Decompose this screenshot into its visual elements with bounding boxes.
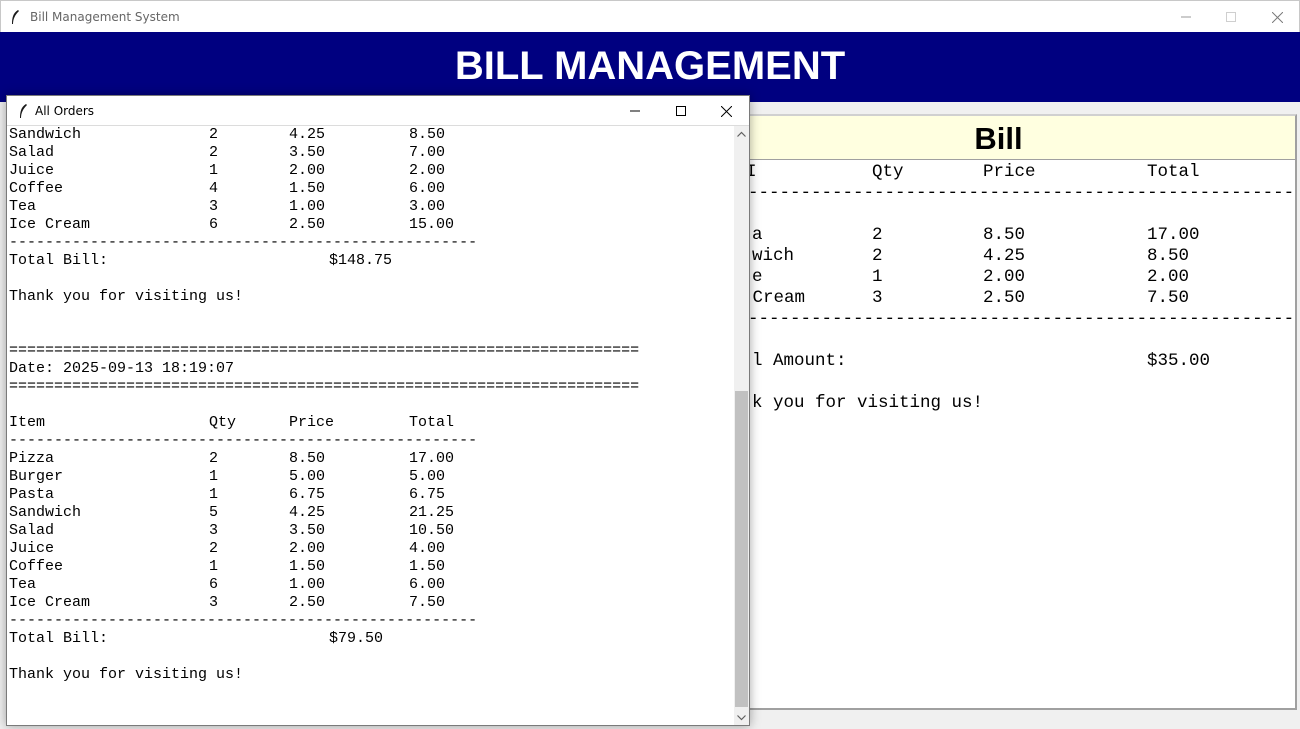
chevron-up-icon bbox=[737, 131, 746, 137]
bill-total-value: $35.00 bbox=[1147, 351, 1211, 371]
order-row: Tea 6 1.00 6.00 bbox=[9, 576, 446, 593]
bill-total-row: l Amount: $35.00 bbox=[702, 351, 1295, 372]
orders-minimize-button[interactable] bbox=[612, 96, 658, 126]
scroll-thumb[interactable] bbox=[735, 391, 748, 707]
order-row: Pasta 1 6.75 6.75 bbox=[9, 486, 446, 503]
order-separator: ========================================… bbox=[9, 342, 640, 359]
orders-text-area[interactable]: Sandwich 2 4.25 8.50 Salad 2 3.50 7.00 Juice 1 2… bbox=[7, 126, 734, 725]
all-orders-window[interactable]: All Orders Sandwich 2 4.25 8.50 Salad 2 3.50 7… bbox=[6, 95, 750, 726]
orders-titlebar: All Orders bbox=[7, 96, 749, 126]
feather-app-icon bbox=[12, 10, 19, 24]
bill-title-band: Bill bbox=[702, 116, 1295, 160]
orders-maximize-button[interactable] bbox=[658, 96, 704, 126]
bill-header-row: I Qty Price Total bbox=[702, 162, 1295, 183]
order-row: Ice Cream 6 2.50 15.00 bbox=[9, 216, 455, 233]
bill-header-price: Price bbox=[983, 162, 1036, 182]
minimize-icon bbox=[630, 110, 640, 112]
order-total-row: Total Bill: $148.75 bbox=[9, 252, 393, 269]
status-strip bbox=[700, 712, 1300, 729]
window-title: Bill Management System bbox=[30, 10, 180, 24]
bill-thanks: k you for visiting us! bbox=[752, 393, 984, 413]
scroll-up-button[interactable] bbox=[734, 126, 749, 141]
close-icon bbox=[720, 105, 732, 117]
bill-divider: ----------------------------------------… bbox=[748, 309, 1293, 329]
order-date: Date: 2025-09-13 18:19:07 bbox=[9, 360, 235, 377]
maximize-button[interactable] bbox=[1208, 1, 1254, 33]
order-row: Juice 2 2.00 4.00 bbox=[9, 540, 446, 557]
orders-scrollbar[interactable] bbox=[734, 126, 749, 725]
bill-row: a 2 8.50 17.00 bbox=[752, 225, 1200, 245]
app-header: BILL MANAGEMENT bbox=[0, 32, 1300, 102]
order-divider: ----------------------------------------… bbox=[9, 234, 478, 251]
order-row: Juice 1 2.00 2.00 bbox=[9, 162, 446, 179]
bill-row: wich 2 4.25 8.50 bbox=[752, 246, 1190, 266]
order-row: Pizza 2 8.50 17.00 bbox=[9, 450, 455, 467]
bill-panel[interactable]: Bill I Qty Price Total -----------------… bbox=[700, 114, 1297, 710]
close-icon bbox=[1271, 11, 1283, 23]
bill-divider: ----------------------------------------… bbox=[748, 183, 1293, 203]
order-row: Salad 2 3.50 7.00 bbox=[9, 144, 446, 161]
order-divider: ----------------------------------------… bbox=[9, 432, 478, 449]
bill-total-label: l Amount: bbox=[752, 351, 847, 371]
feather-app-icon bbox=[20, 104, 27, 118]
order-header-row: Item Qty Price Total bbox=[9, 414, 455, 431]
order-row: Salad 3 3.50 10.50 bbox=[9, 522, 455, 539]
order-thanks: Thank you for visiting us! bbox=[9, 666, 244, 683]
order-row: Coffee 4 1.50 6.00 bbox=[9, 180, 446, 197]
scroll-down-button[interactable] bbox=[734, 710, 749, 725]
order-row: Tea 3 1.00 3.00 bbox=[9, 198, 446, 215]
maximize-icon bbox=[1226, 12, 1236, 22]
bill-title: Bill bbox=[974, 121, 1023, 156]
order-row: Ice Cream 3 2.50 7.50 bbox=[9, 594, 446, 611]
bill-header-qty: Qty bbox=[872, 162, 904, 182]
orders-window-title: All Orders bbox=[35, 104, 95, 118]
orders-close-button[interactable] bbox=[703, 96, 749, 126]
app-heading: BILL MANAGEMENT bbox=[454, 44, 846, 88]
order-row: Coffee 1 1.50 1.50 bbox=[9, 558, 446, 575]
bill-header-total: Total bbox=[1147, 162, 1200, 182]
order-total-row: Total Bill: $79.50 bbox=[9, 630, 384, 647]
close-button[interactable] bbox=[1254, 1, 1300, 33]
bill-text-area[interactable]: I Qty Price Total ----------------------… bbox=[702, 162, 1295, 414]
order-separator: ========================================… bbox=[9, 378, 640, 395]
maximize-icon bbox=[676, 106, 686, 116]
order-thanks: Thank you for visiting us! bbox=[9, 288, 244, 305]
chevron-down-icon bbox=[737, 714, 746, 720]
order-row: Sandwich 5 4.25 21.25 bbox=[9, 504, 455, 521]
main-titlebar: Bill Management System bbox=[0, 0, 1300, 32]
order-row: Sandwich 2 4.25 8.50 bbox=[9, 126, 446, 143]
minimize-button[interactable] bbox=[1163, 1, 1209, 33]
bill-row: Cream 3 2.50 7.50 bbox=[742, 288, 1190, 308]
bill-row: e 1 2.00 2.00 bbox=[752, 267, 1190, 287]
order-divider: ----------------------------------------… bbox=[9, 612, 478, 629]
order-row: Burger 1 5.00 5.00 bbox=[9, 468, 446, 485]
minimize-icon bbox=[1181, 16, 1191, 18]
